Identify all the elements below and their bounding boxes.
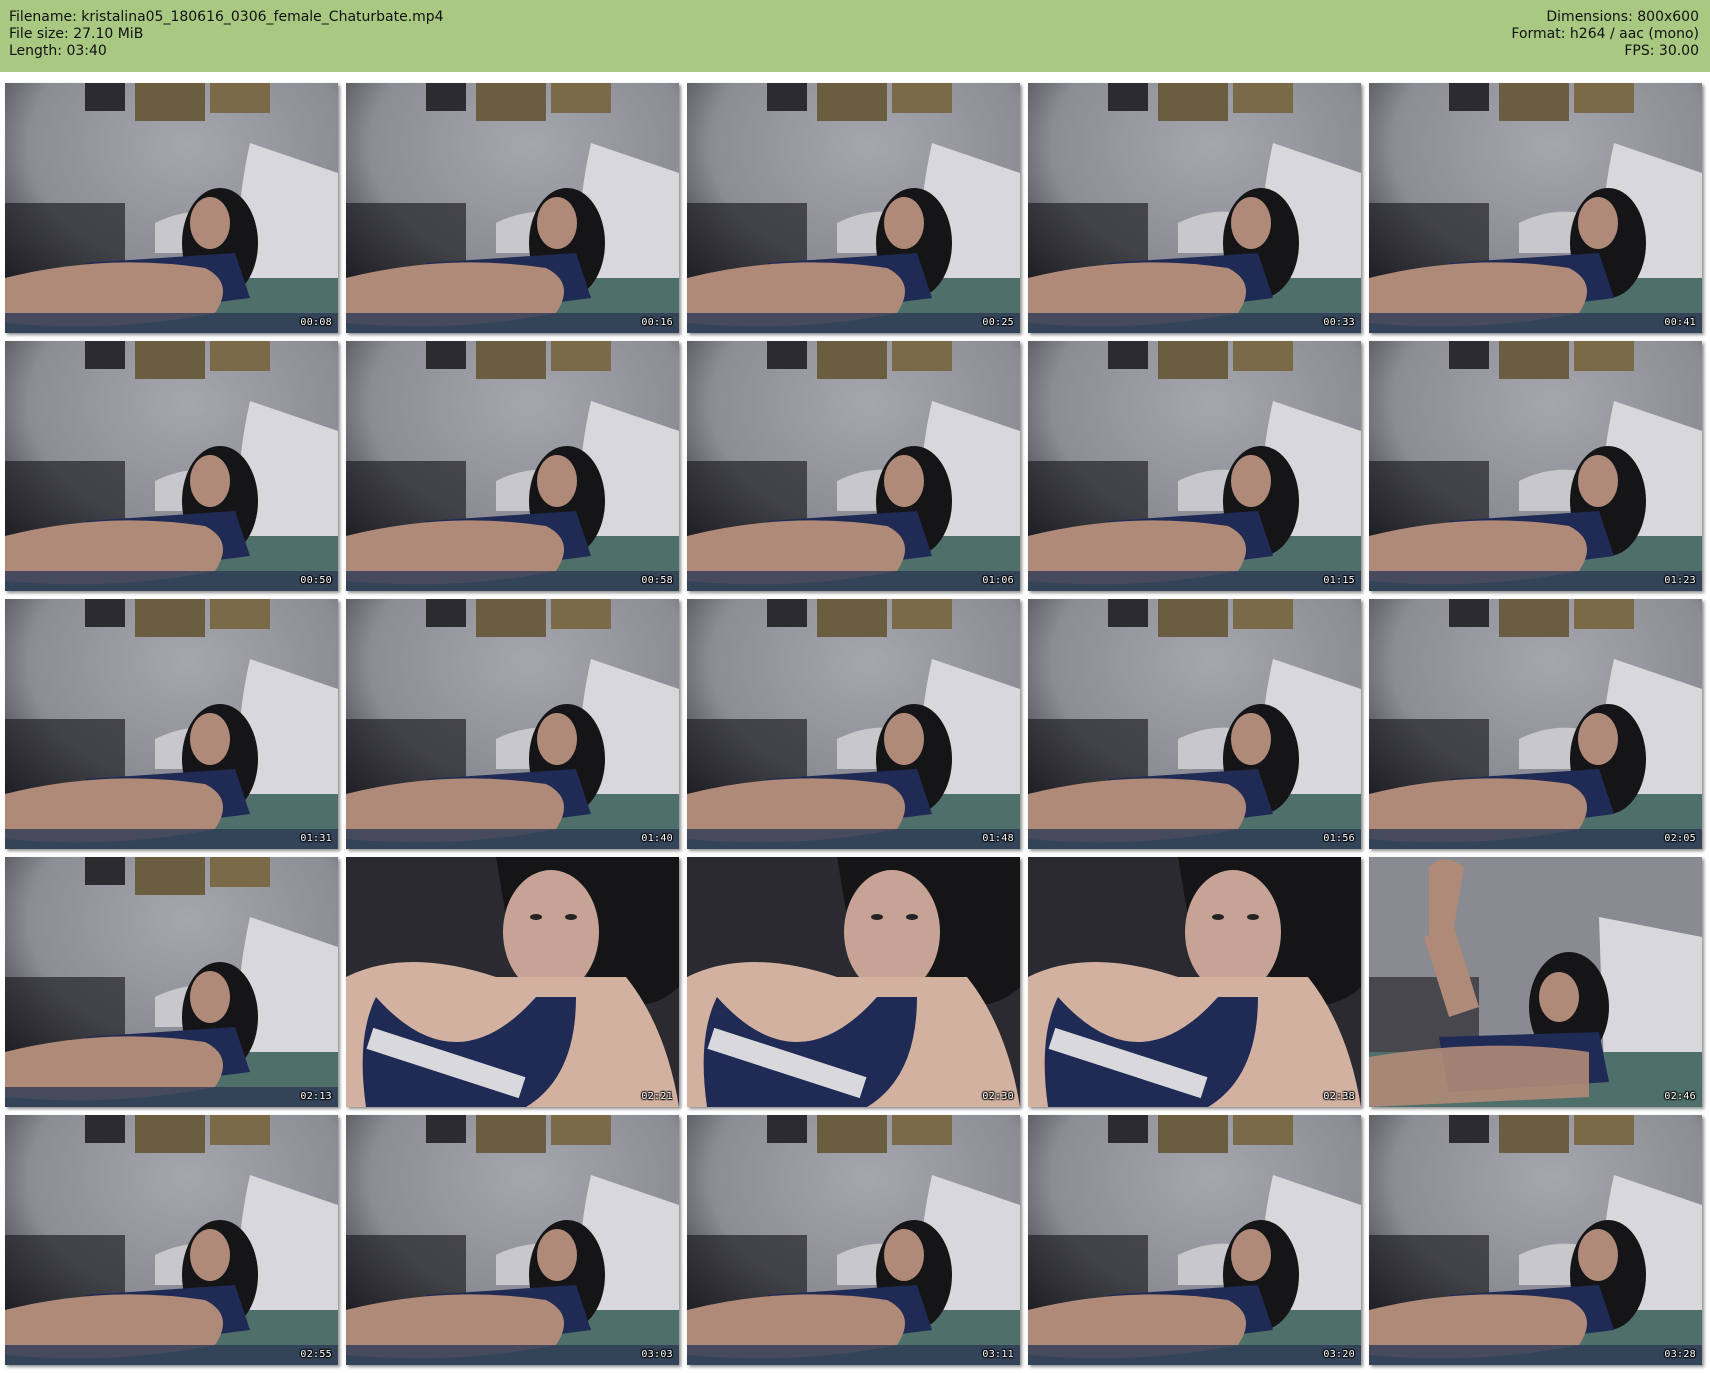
- thumbnail-frame: 00:25: [687, 83, 1020, 333]
- video-frame-image: [346, 341, 679, 591]
- thumbnail-frame: 00:16: [346, 83, 679, 333]
- timestamp-label: 02:30: [982, 1091, 1014, 1102]
- thumbnail-frame: 01:06: [687, 341, 1020, 591]
- thumbnail-frame: 00:58: [346, 341, 679, 591]
- video-frame-image: [1028, 1115, 1361, 1365]
- video-frame-image: [1028, 341, 1361, 591]
- thumbnail-frame: 00:41: [1369, 83, 1702, 333]
- video-frame-image: [346, 599, 679, 849]
- video-frame-image: [1028, 857, 1361, 1107]
- thumbnail-frame: 00:33: [1028, 83, 1361, 333]
- timestamp-label: 03:28: [1664, 1349, 1696, 1360]
- video-frame-image: [1369, 341, 1702, 591]
- timestamp-label: 00:33: [1323, 317, 1355, 328]
- video-frame-image: [1369, 1115, 1702, 1365]
- video-frame-image: [1369, 83, 1702, 333]
- video-frame-image: [687, 599, 1020, 849]
- timestamp-label: 02:13: [300, 1091, 332, 1102]
- thumbnail-frame: 01:31: [5, 599, 338, 849]
- thumbnail-frame: 03:28: [1369, 1115, 1702, 1365]
- thumbnail-frame: 02:55: [5, 1115, 338, 1365]
- timestamp-label: 01:40: [641, 833, 673, 844]
- timestamp-label: 01:48: [982, 833, 1014, 844]
- video-frame-image: [5, 341, 338, 591]
- video-frame-image: [346, 857, 679, 1107]
- video-frame-image: [5, 83, 338, 333]
- timestamp-label: 01:23: [1664, 575, 1696, 586]
- timestamp-label: 03:03: [641, 1349, 673, 1360]
- timestamp-label: 01:31: [300, 833, 332, 844]
- video-frame-image: [687, 1115, 1020, 1365]
- timestamp-label: 03:20: [1323, 1349, 1355, 1360]
- timestamp-label: 00:41: [1664, 317, 1696, 328]
- timestamp-label: 01:15: [1323, 575, 1355, 586]
- video-frame-image: [1028, 83, 1361, 333]
- video-frame-image: [687, 83, 1020, 333]
- timestamp-label: 00:25: [982, 317, 1014, 328]
- thumbnail-frame: 01:15: [1028, 341, 1361, 591]
- thumbnail-frame: 00:08: [5, 83, 338, 333]
- video-frame-image: [687, 341, 1020, 591]
- video-frame-image: [1369, 599, 1702, 849]
- timestamp-label: 00:58: [641, 575, 673, 586]
- timestamp-label: 00:50: [300, 575, 332, 586]
- video-frame-image: [5, 857, 338, 1107]
- timestamp-label: 02:21: [641, 1091, 673, 1102]
- thumbnail-frame: 00:50: [5, 341, 338, 591]
- video-frame-image: [5, 599, 338, 849]
- thumbnail-frame: 03:20: [1028, 1115, 1361, 1365]
- thumbnail-frame: 02:30: [687, 857, 1020, 1107]
- thumbnail-grid: 00:08 00:16 00:25 00:33 00:41 00:50 00:5…: [0, 0, 1710, 1373]
- thumbnail-frame: 01:23: [1369, 341, 1702, 591]
- timestamp-label: 03:11: [982, 1349, 1014, 1360]
- video-frame-image: [687, 857, 1020, 1107]
- timestamp-label: 01:06: [982, 575, 1014, 586]
- timestamp-label: 02:38: [1323, 1091, 1355, 1102]
- thumbnail-frame: 02:21: [346, 857, 679, 1107]
- video-frame-image: [1369, 857, 1702, 1107]
- video-frame-image: [346, 83, 679, 333]
- thumbnail-frame: 02:46: [1369, 857, 1702, 1107]
- thumbnail-frame: 02:38: [1028, 857, 1361, 1107]
- thumbnail-frame: 01:56: [1028, 599, 1361, 849]
- timestamp-label: 02:55: [300, 1349, 332, 1360]
- thumbnail-frame: 03:03: [346, 1115, 679, 1365]
- thumbnail-frame: 02:05: [1369, 599, 1702, 849]
- thumbnail-frame: 01:48: [687, 599, 1020, 849]
- timestamp-label: 02:46: [1664, 1091, 1696, 1102]
- thumbnail-frame: 02:13: [5, 857, 338, 1107]
- thumbnail-frame: 01:40: [346, 599, 679, 849]
- timestamp-label: 00:08: [300, 317, 332, 328]
- video-frame-image: [1028, 599, 1361, 849]
- timestamp-label: 00:16: [641, 317, 673, 328]
- video-frame-image: [346, 1115, 679, 1365]
- thumbnail-frame: 03:11: [687, 1115, 1020, 1365]
- timestamp-label: 02:05: [1664, 833, 1696, 844]
- timestamp-label: 01:56: [1323, 833, 1355, 844]
- video-frame-image: [5, 1115, 338, 1365]
